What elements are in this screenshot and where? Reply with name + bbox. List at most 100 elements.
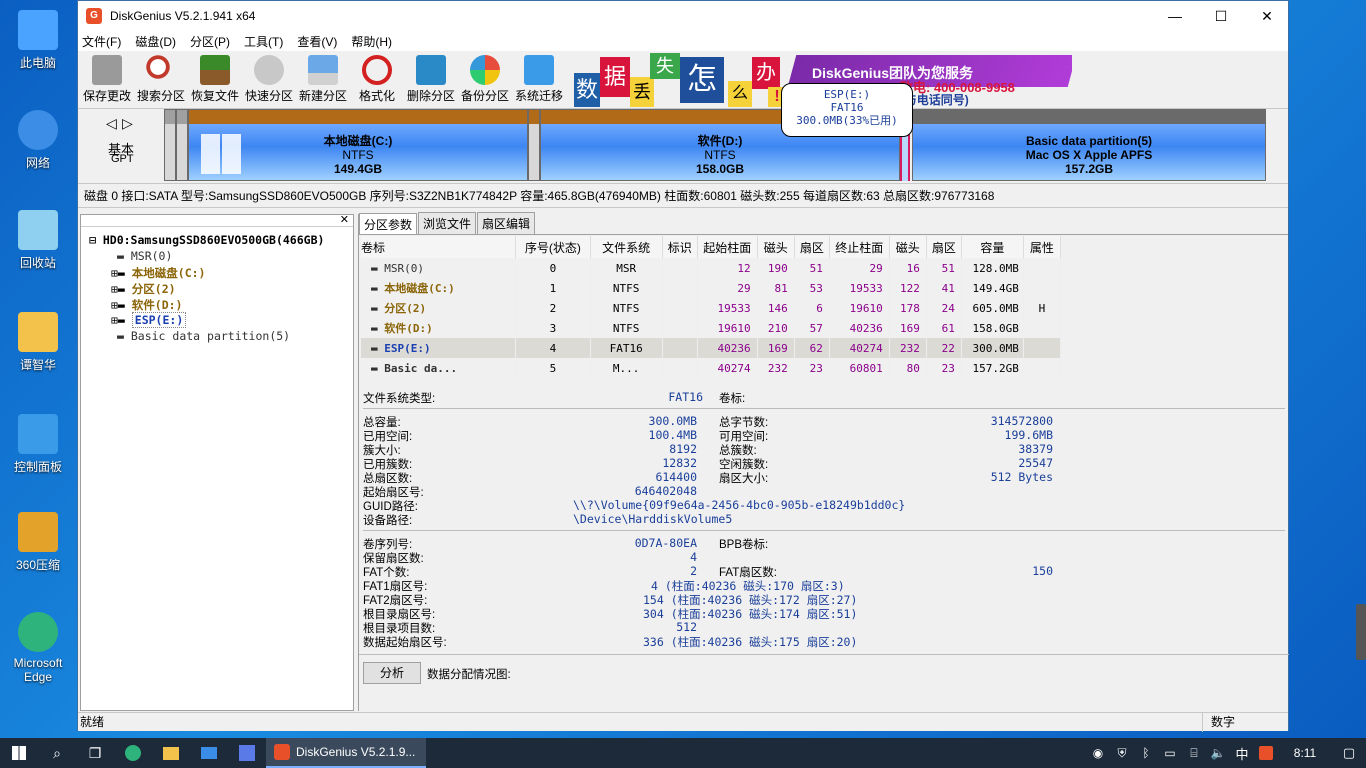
tree-item-msr[interactable]: ▬ MSR(0) xyxy=(117,249,172,263)
windows-logo-icon xyxy=(201,134,241,174)
partition-block-hidden[interactable] xyxy=(176,109,188,181)
partition-table: 卷标 序号(状态) 文件系统 标识 起始柱面 磁头 扇区 终止柱面 磁头 扇区 … xyxy=(361,236,1062,378)
tree-item-c[interactable]: ⊞▬ 本地磁盘(C:) xyxy=(111,265,205,281)
partition-block-msr[interactable] xyxy=(164,109,176,181)
volume-tray-icon[interactable]: 🔈 xyxy=(1206,738,1230,768)
menu-partition[interactable]: 分区(P) xyxy=(190,33,230,50)
menu-disk[interactable]: 磁盘(D) xyxy=(135,33,176,50)
tree-item-partition2[interactable]: ⊞▬ 分区(2) xyxy=(111,281,176,297)
status-bar: 就绪 数字 xyxy=(78,712,1288,732)
disk-map: ◁ ▷ 基本 GPT 本地磁盘(C:) NTFS 149.4GB 软件(D:) NTF… xyxy=(78,83,1288,184)
diskgenius-window: G DiskGenius V5.2.1.941 x64 — ☐ ✕ 文件(F) … xyxy=(77,0,1289,732)
table-row[interactable]: ▬ 本地磁盘(C:) 1 NTFS 29 81 53 19533 122 41 149.4GB xyxy=(361,278,1062,298)
partition-icon: ▬ xyxy=(371,261,385,275)
start-button[interactable] xyxy=(0,738,38,768)
sogou-icon xyxy=(1259,746,1273,760)
notification-icon[interactable]: ▢ xyxy=(1332,738,1366,768)
taskbar-diskgenius[interactable]: DiskGenius V5.2.1.9... xyxy=(266,738,426,768)
mail-icon xyxy=(201,747,217,759)
task-view-icon: ❐ xyxy=(88,744,102,761)
sogou-tray-icon[interactable] xyxy=(1254,738,1278,768)
table-row[interactable]: ▬ Basic da... 5 M... 40274 232 23 60801 80 23 157… xyxy=(361,358,1062,378)
menu-view[interactable]: 查看(V) xyxy=(297,33,337,50)
quick-partition-button[interactable]: 快速分区 xyxy=(242,51,296,104)
partition-block-2[interactable] xyxy=(528,109,540,181)
system-migration-button[interactable]: 系统迁移 xyxy=(512,51,566,104)
diskgenius-icon xyxy=(274,744,290,760)
search-icon xyxy=(146,55,176,85)
tab-browse-files[interactable]: 浏览文件 xyxy=(418,212,477,234)
delete-partition-button[interactable]: 删除分区 xyxy=(404,51,458,104)
format-button[interactable]: 格式化 xyxy=(350,51,404,104)
save-changes-button[interactable]: 保存更改 xyxy=(80,51,134,104)
tab-partition-params[interactable]: 分区参数 xyxy=(359,213,418,234)
desktop-icon-control-panel[interactable]: 控制面板 xyxy=(4,414,72,475)
table-row[interactable]: ▬ 软件(D:) 3 NTFS 19610 210 57 40236 169 61 158.0GB xyxy=(361,318,1062,338)
partition-block-apfs[interactable]: Basic data partition(5) Mac OS X Apple AP… xyxy=(912,109,1266,181)
task-view-button[interactable]: ❐ xyxy=(76,738,114,768)
table-row[interactable]: ▬ 分区(2) 2 NTFS 19533 146 6 19610 178 24 605.0MB H xyxy=(361,298,1062,318)
maximize-button[interactable]: ☐ xyxy=(1198,1,1244,31)
menu-help[interactable]: 帮助(H) xyxy=(351,33,392,50)
table-header-row: 卷标 序号(状态) 文件系统 标识 起始柱面 磁头 扇区 终止柱面 磁头 扇区 … xyxy=(361,236,1062,258)
desktop-icon-recycle-bin[interactable]: 回收站 xyxy=(4,210,72,271)
edge-icon xyxy=(125,745,141,761)
tree-item-apfs[interactable]: ▬ Basic data partition(5) xyxy=(117,329,290,343)
recover-files-button[interactable]: 恢复文件 xyxy=(188,51,242,104)
partition-icon: ▬ xyxy=(371,282,385,295)
desktop-icon-this-pc[interactable]: 此电脑 xyxy=(4,10,72,71)
shield-tray-icon[interactable]: ⛨ xyxy=(1110,738,1134,768)
window-title: DiskGenius V5.2.1.941 x64 xyxy=(110,9,256,23)
next-disk-icon[interactable]: ▷ xyxy=(122,115,133,132)
recover-icon xyxy=(200,55,230,85)
battery-tray-icon[interactable]: ▭ xyxy=(1158,738,1182,768)
partition-icon: ▬ xyxy=(371,322,385,335)
clock[interactable]: 8:11 xyxy=(1278,738,1332,768)
taskbar-edge[interactable] xyxy=(114,738,152,768)
new-partition-button[interactable]: 新建分区 xyxy=(296,51,350,104)
desktop-icon-network[interactable]: 网络 xyxy=(4,110,72,171)
partition-block-c[interactable]: 本地磁盘(C:) NTFS 149.4GB xyxy=(188,109,528,181)
table-row-selected[interactable]: ▬ ESP(E:) 4 FAT16 40236 169 62 40274 232 22 300.0… xyxy=(361,338,1062,358)
tab-sector-edit[interactable]: 扇区编辑 xyxy=(477,212,536,234)
search-partition-button[interactable]: 搜索分区 xyxy=(134,51,188,104)
taskbar-mail[interactable] xyxy=(190,738,228,768)
taskbar-explorer[interactable] xyxy=(152,738,190,768)
disc-icon xyxy=(254,55,284,85)
menu-file[interactable]: 文件(F) xyxy=(82,33,121,50)
desktop-icon-user-folder[interactable]: 谭智华 xyxy=(4,312,72,373)
desktop-icon-360zip[interactable]: 360压缩 xyxy=(4,512,72,573)
title-bar: G DiskGenius V5.2.1.941 x64 — ☐ ✕ xyxy=(78,1,1288,31)
prev-disk-icon[interactable]: ◁ xyxy=(106,115,117,132)
search-icon: ⌕ xyxy=(53,744,61,761)
close-button[interactable]: ✕ xyxy=(1244,1,1290,31)
status-text: 就绪 xyxy=(80,715,105,729)
wechat-tray-icon[interactable]: ◉ xyxy=(1086,738,1110,768)
analyze-button[interactable]: 分析 xyxy=(363,662,421,684)
toolbar: 保存更改 搜索分区 恢复文件 快速分区 新建分区 格式化 删除分区 备份分区 系… xyxy=(78,51,1288,109)
search-button[interactable]: ⌕ xyxy=(38,738,76,768)
backup-partition-button[interactable]: 备份分区 xyxy=(458,51,512,104)
tree-disk-root[interactable]: ⊟ HD0:SamsungSSD860EVO500GB(466GB) xyxy=(89,233,324,247)
app-icon: G xyxy=(86,8,102,24)
windows-start-icon xyxy=(12,746,26,760)
user-folder-icon xyxy=(18,312,58,352)
tab-bar: 分区参数 浏览文件 扇区编辑 xyxy=(359,212,1288,235)
panel-close-icon[interactable]: ✕ xyxy=(340,213,349,226)
taskbar-app[interactable] xyxy=(228,738,266,768)
desktop-scroll-handle[interactable] xyxy=(1356,604,1366,660)
desktop-icon-edge[interactable]: Microsoft Edge xyxy=(4,612,72,684)
menu-tools[interactable]: 工具(T) xyxy=(244,33,283,50)
control-panel-icon xyxy=(18,414,58,454)
ime-indicator[interactable]: 中 xyxy=(1230,738,1254,768)
network-tray-icon[interactable]: ⌸ xyxy=(1182,738,1206,768)
tree-item-d[interactable]: ⊞▬ 软件(D:) xyxy=(111,297,182,313)
minimize-button[interactable]: — xyxy=(1152,1,1198,31)
format-icon xyxy=(362,55,392,85)
migration-icon xyxy=(524,55,554,85)
bluetooth-tray-icon[interactable]: ᛒ xyxy=(1134,738,1158,768)
partition-tree-panel: ✕ ⊟ HD0:SamsungSSD860EVO500GB(466GB) ▬ M… xyxy=(80,214,354,711)
tree-item-esp[interactable]: ⊞▬ ESP(E:) xyxy=(111,312,187,328)
table-row[interactable]: ▬ MSR(0) 0 MSR 12 190 51 29 16 51 128.0MB xyxy=(361,258,1062,278)
partition-tooltip: ESP(E:) FAT16 300.0MB(33%已用) xyxy=(781,83,913,137)
